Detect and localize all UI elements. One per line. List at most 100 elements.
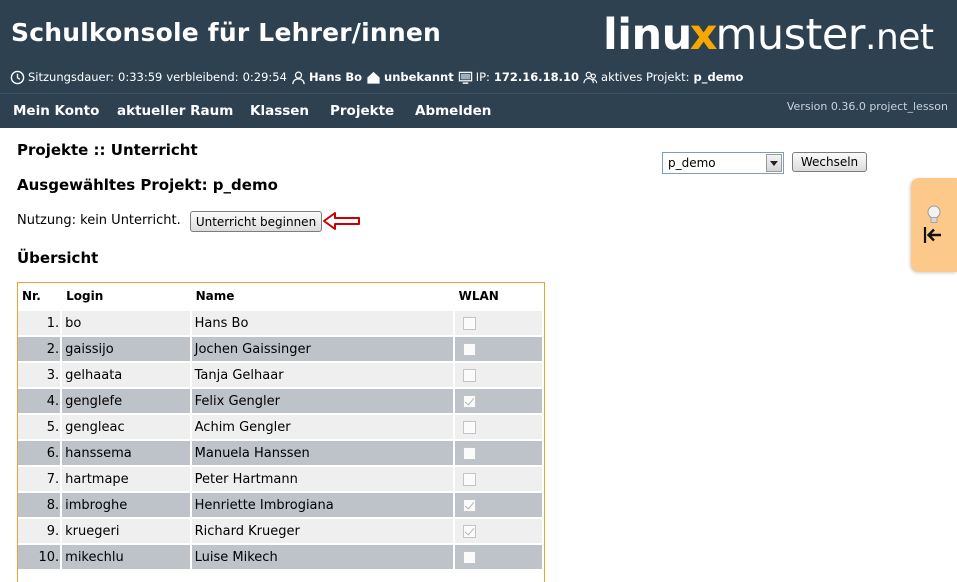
cell-wlan [454, 439, 544, 465]
cell-nr: 8. [18, 491, 63, 517]
nav-abmelden[interactable]: Abmelden [415, 103, 491, 119]
wlan-checkbox[interactable] [462, 316, 476, 330]
nav-projekte[interactable]: Projekte [330, 103, 394, 119]
column-header-name: Name [191, 283, 455, 309]
table-row: 8. imbroghe Henriette Imbrogiana [18, 491, 544, 517]
cell-wlan [454, 309, 544, 335]
cell-nr: 3. [18, 361, 63, 387]
table-body: 1. bo Hans Bo 2. gaissijo Jochen Gaissinger 3.… [18, 309, 544, 569]
table-row: 7. hartmape Peter Hartmann [18, 465, 544, 491]
column-header-wlan: WLAN [454, 283, 544, 309]
wlan-checkbox[interactable] [462, 550, 476, 564]
cell-wlan [454, 491, 544, 517]
wlan-checkbox[interactable] [462, 472, 476, 486]
wlan-checkbox[interactable] [462, 368, 476, 382]
session-duration-label: Sitzungsdauer: [28, 70, 115, 84]
help-side-panel[interactable] [911, 178, 957, 272]
cell-name: Richard Krueger [191, 517, 455, 543]
start-lesson-button[interactable]: Unterricht beginnen [190, 211, 322, 232]
app-title: Schulkonsole für Lehrer/innen [11, 18, 442, 47]
wlan-checkbox[interactable] [462, 446, 476, 460]
cell-nr: 10. [18, 543, 63, 569]
cell-login: mikechlu [62, 543, 192, 569]
nav-aktueller-raum[interactable]: aktueller Raum [117, 103, 233, 119]
cell-nr: 7. [18, 465, 63, 491]
cell-nr: 4. [18, 387, 63, 413]
cell-login: gelhaata [62, 361, 192, 387]
active-project-value: p_demo [693, 70, 744, 84]
project-select-value: p_demo [668, 156, 716, 170]
student-table: Nr. Login Name WLAN 1. bo Hans Bo 2. gaissij… [17, 282, 545, 582]
nav-mein-konto[interactable]: Mein Konto [13, 103, 99, 119]
main-navigation: Mein Konto aktueller Raum Klassen Projek… [0, 93, 957, 128]
cell-name: Jochen Gaissinger [191, 335, 455, 361]
cell-wlan [454, 543, 544, 569]
table-row: 2. gaissijo Jochen Gaissinger [18, 335, 544, 361]
table-row: 9. kruegeri Richard Krueger [18, 517, 544, 543]
cell-name: Tanja Gelhaar [191, 361, 455, 387]
cell-nr: 5. [18, 413, 63, 439]
table-row: 6. hanssema Manuela Hanssen [18, 439, 544, 465]
current-room: unbekannt [384, 70, 454, 84]
cell-name: Felix Gengler [191, 387, 455, 413]
linuxmuster-logo: linuxmuster.net [603, 10, 934, 60]
cell-nr: 6. [18, 439, 63, 465]
cell-wlan [454, 361, 544, 387]
wlan-checkbox[interactable] [462, 420, 476, 434]
clock-icon [10, 70, 25, 84]
project-icon [583, 71, 598, 83]
project-select[interactable]: p_demo [662, 152, 784, 174]
cell-login: gengleac [62, 413, 192, 439]
ip-label: IP: [475, 70, 490, 84]
cell-login: bo [62, 309, 192, 335]
selected-project-heading: Ausgewähltes Projekt: p_demo [17, 176, 278, 194]
table-header-row: Nr. Login Name WLAN [18, 283, 544, 309]
cell-name: Achim Gengler [191, 413, 455, 439]
cell-nr: 9. [18, 517, 63, 543]
chevron-down-icon[interactable] [766, 154, 782, 172]
table-row: 10. mikechlu Luise Mikech [18, 543, 544, 569]
usage-status: Nutzung: kein Unterricht. [17, 213, 181, 228]
lightbulb-icon [927, 205, 941, 223]
session-status-bar: Sitzungsdauer: 0:33:59 verbleibend: 0:29… [10, 68, 743, 86]
cell-login: imbroghe [62, 491, 192, 517]
cell-login: kruegeri [62, 517, 192, 543]
table-row: 1. bo Hans Bo [18, 309, 544, 335]
cell-wlan [454, 335, 544, 361]
version-info: Version 0.36.0 project_lesson [786, 100, 948, 113]
ip-value: 172.16.18.10 [493, 70, 580, 84]
remaining-value: 0:29:54 [242, 70, 287, 84]
wlan-checkbox[interactable] [462, 498, 476, 512]
current-user: Hans Bo [308, 70, 363, 84]
header: Schulkonsole für Lehrer/innen linuxmuste… [0, 0, 957, 93]
table-row: 4. genglefe Felix Gengler [18, 387, 544, 413]
red-arrow-icon [323, 212, 360, 230]
cell-login: hanssema [62, 439, 192, 465]
active-project-label: aktives Projekt: [601, 70, 690, 84]
wlan-checkbox[interactable] [462, 524, 476, 538]
cell-login: gaissijo [62, 335, 192, 361]
cell-wlan [454, 387, 544, 413]
user-icon [292, 71, 305, 84]
column-header-login: Login [62, 283, 192, 309]
wlan-checkbox[interactable] [462, 394, 476, 408]
cell-nr: 2. [18, 335, 63, 361]
cell-nr: 1. [18, 309, 63, 335]
cell-name: Manuela Hanssen [191, 439, 455, 465]
table-row: 5. gengleac Achim Gengler [18, 413, 544, 439]
cell-wlan [454, 413, 544, 439]
cell-login: genglefe [62, 387, 192, 413]
breadcrumb: Projekte :: Unterricht [17, 141, 198, 159]
cell-wlan [454, 465, 544, 491]
remaining-label: verbleibend: [166, 70, 239, 84]
cell-name: Peter Hartmann [191, 465, 455, 491]
room-icon [367, 71, 380, 84]
switch-project-button[interactable]: Wechseln [792, 152, 867, 172]
wlan-checkbox[interactable] [462, 342, 476, 356]
collapse-arrow-icon[interactable] [923, 226, 943, 244]
overview-heading: Übersicht [17, 249, 99, 267]
cell-login: hartmape [62, 465, 192, 491]
monitor-icon [458, 71, 472, 84]
cell-name: Henriette Imbrogiana [191, 491, 455, 517]
nav-klassen[interactable]: Klassen [250, 103, 309, 119]
